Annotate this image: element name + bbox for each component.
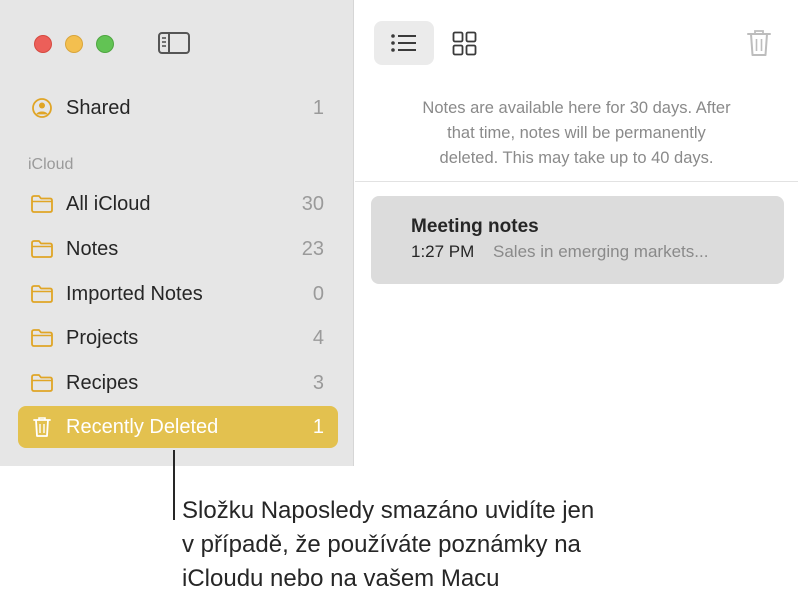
list-view-button[interactable]: [374, 21, 434, 65]
close-window-button[interactable]: [34, 35, 52, 53]
section-header-icloud: iCloud: [28, 156, 74, 173]
sidebar-item-count: 3: [312, 372, 324, 394]
sidebar: Shared 1 iCloud All iCloud 30 Notes 23 I…: [0, 0, 354, 466]
callout-line-text: v případě, že používáte poznámky na: [182, 531, 581, 558]
folder-icon: [31, 329, 53, 347]
shared-person-icon: [32, 98, 52, 118]
sidebar-item-notes[interactable]: Notes 23: [18, 228, 338, 270]
minimize-window-button[interactable]: [65, 35, 83, 53]
sidebar-item-count: 23: [301, 238, 324, 260]
sidebar-item-label: Shared: [66, 97, 131, 119]
zoom-window-button[interactable]: [96, 35, 114, 53]
gallery-view-icon: [452, 31, 477, 56]
note-title: Meeting notes: [411, 216, 539, 237]
sidebar-item-count: 1: [312, 97, 324, 119]
sidebar-item-imported-notes[interactable]: Imported Notes 0: [18, 273, 338, 315]
note-preview: Sales in emerging markets...: [493, 242, 709, 261]
note-list-item[interactable]: Meeting notes 1:27 PM Sales in emerging …: [371, 196, 784, 284]
callout-caption: Složku Naposledy smazáno uvidíte jen v p…: [182, 494, 594, 596]
callout-line-text: iCloudu nebo na vašem Macu: [182, 565, 500, 592]
callout-leader-line: [173, 450, 175, 520]
folder-icon: [31, 195, 53, 213]
banner-line: deleted. This may take up to 40 days.: [439, 149, 714, 167]
banner-line: that time, notes will be permanently: [447, 124, 706, 142]
divider: [355, 181, 798, 182]
sidebar-item-all-icloud[interactable]: All iCloud 30: [18, 183, 338, 225]
sidebar-item-label: Projects: [66, 327, 139, 349]
note-time: 1:27 PM: [411, 242, 475, 261]
sidebar-item-count: 30: [301, 193, 324, 215]
sidebar-item-recently-deleted[interactable]: Recently Deleted 1: [18, 406, 338, 448]
delete-note-trash-icon[interactable]: [745, 28, 773, 58]
folder-icon: [31, 285, 53, 303]
recently-deleted-info-banner: Notes are available here for 30 days. Af…: [375, 96, 778, 171]
callout-line-text: Složku Naposledy smazáno uvidíte jen: [182, 497, 595, 524]
folder-icon: [31, 240, 53, 258]
sidebar-item-count: 4: [312, 327, 324, 349]
sidebar-toggle-icon[interactable]: [157, 30, 191, 56]
sidebar-item-label: All iCloud: [66, 193, 151, 215]
notes-list-pane: Notes are available here for 30 days. Af…: [355, 0, 798, 466]
banner-line: Notes are available here for 30 days. Af…: [422, 99, 731, 117]
sidebar-item-label: Notes: [66, 238, 119, 260]
sidebar-item-count: 0: [312, 283, 324, 305]
trash-icon: [33, 417, 51, 437]
list-view-icon: [391, 34, 416, 52]
sidebar-item-recipes[interactable]: Recipes 3: [18, 362, 338, 404]
sidebar-item-label: Recently Deleted: [66, 416, 219, 438]
sidebar-item-count: 1: [312, 416, 324, 438]
sidebar-item-shared[interactable]: Shared 1: [18, 87, 338, 129]
sidebar-item-projects[interactable]: Projects 4: [18, 317, 338, 359]
notes-window: Shared 1 iCloud All iCloud 30 Notes 23 I…: [0, 0, 798, 466]
gallery-view-button[interactable]: [434, 21, 494, 65]
folder-icon: [31, 374, 53, 392]
sidebar-item-label: Recipes: [66, 372, 139, 394]
sidebar-item-label: Imported Notes: [66, 283, 203, 305]
